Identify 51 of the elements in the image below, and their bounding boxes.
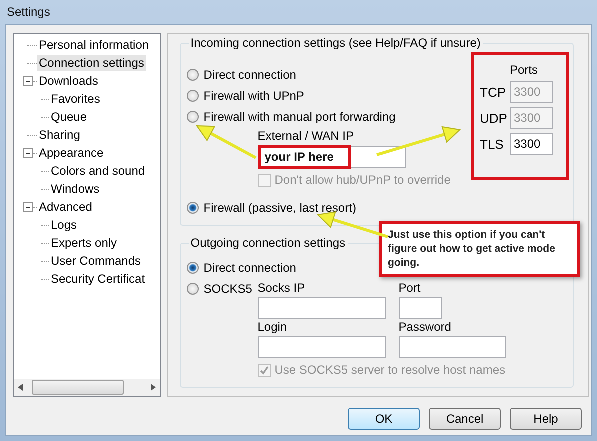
radio-option[interactable]: SOCKS5 <box>186 278 252 299</box>
tree-item[interactable]: User Commands <box>49 253 144 269</box>
collapse-icon[interactable] <box>23 148 33 158</box>
checkbox-label: Use SOCKS5 server to resolve host names <box>274 363 506 377</box>
tree-item[interactable]: Experts only <box>49 235 120 251</box>
group-title: Outgoing connection settings <box>190 236 347 250</box>
tree-item[interactable]: Sharing <box>37 127 82 143</box>
scroll-left-icon[interactable] <box>18 384 23 391</box>
dialog-button[interactable]: Help <box>510 408 582 430</box>
radio-option[interactable]: Firewall with manual port forwarding <box>186 106 396 127</box>
tree-item[interactable]: Colors and sound <box>49 163 148 179</box>
port-label: TLS <box>480 136 505 152</box>
tree-item[interactable]: Advanced <box>37 199 94 215</box>
dialog-button[interactable]: OK <box>348 408 420 430</box>
dialog-button[interactable]: Cancel <box>429 408 501 430</box>
tree-item[interactable]: Logs <box>49 217 80 233</box>
field-label: Socks IP <box>258 281 306 295</box>
ports-title: Ports <box>509 63 540 77</box>
tree-item[interactable]: Connection settings <box>37 55 146 71</box>
collapse-icon[interactable] <box>23 76 33 86</box>
radio-option[interactable]: Firewall with UPnP <box>186 85 304 106</box>
tree-item[interactable]: Downloads <box>37 73 100 89</box>
input-field[interactable]: your IP here <box>258 146 406 168</box>
pointer-arrow <box>196 125 257 160</box>
input-field[interactable] <box>398 297 442 319</box>
input-field[interactable] <box>258 336 386 358</box>
tree-item[interactable]: Personal information <box>37 37 152 53</box>
tree-item[interactable]: Favorites <box>49 91 102 107</box>
port-field[interactable]: 3300 <box>510 133 553 155</box>
field-label: Login <box>258 320 288 334</box>
checkbox-label: Don't allow hub/UPnP to override <box>274 173 451 187</box>
callout-note: Just use this option if you can't figure out how to get active mode going. <box>379 221 580 277</box>
tree-item[interactable]: Windows <box>49 181 102 197</box>
radio-option[interactable]: Direct connection <box>186 257 296 278</box>
field-label: Password <box>398 320 452 334</box>
port-label: TCP <box>480 84 506 100</box>
port-label: UDP <box>480 110 506 126</box>
group-title: Incoming connection settings (see Help/FAQ if unsure) <box>190 36 482 50</box>
field-label: External / WAN IP <box>258 129 355 143</box>
tree-item[interactable]: Appearance <box>37 145 106 161</box>
tree-item[interactable]: Queue <box>49 109 90 125</box>
input-field[interactable] <box>258 297 386 319</box>
radio-option[interactable]: Firewall (passive, last resort) <box>186 197 356 218</box>
window-title: Settings <box>7 5 50 19</box>
scroll-right-icon[interactable] <box>150 384 156 391</box>
tree-item[interactable]: Security Certificat <box>49 271 148 287</box>
radio-option[interactable]: Direct connection <box>186 64 296 85</box>
collapse-icon[interactable] <box>23 202 33 212</box>
horizontal-scrollbar[interactable] <box>14 379 160 396</box>
input-field[interactable] <box>398 336 506 358</box>
field-label: Port <box>398 281 422 295</box>
